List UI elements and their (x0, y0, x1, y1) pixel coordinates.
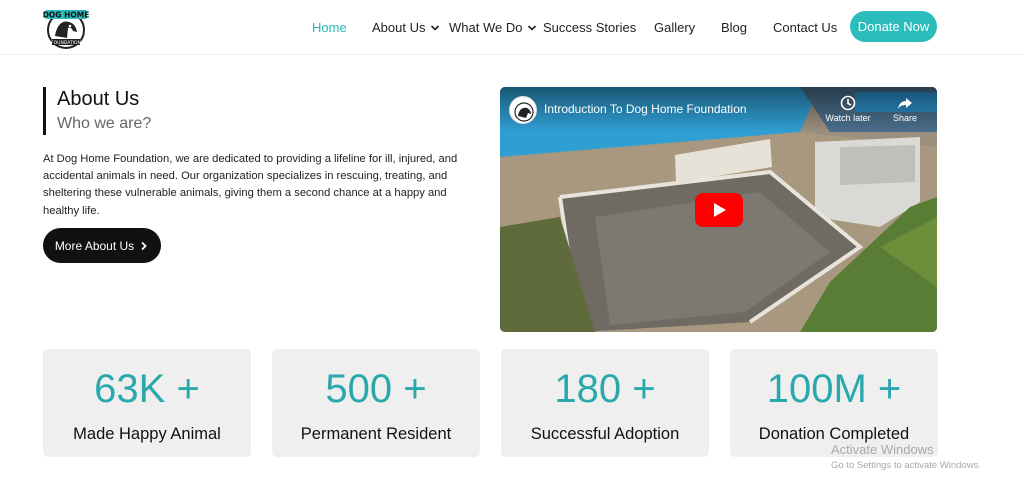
nav-home[interactable]: Home (312, 20, 347, 35)
stat-value: 100M + (766, 367, 902, 411)
share-button[interactable]: Share (888, 95, 922, 123)
stat-card: 180 + Successful Adoption (501, 349, 709, 457)
activate-windows-hint: Go to Settings to activate Windows. (831, 460, 981, 471)
stat-label: Permanent Resident (300, 425, 452, 443)
donate-now-label: Donate Now (857, 19, 930, 34)
nav-success-stories[interactable]: Success Stories (543, 20, 636, 35)
chevron-down-icon (528, 24, 537, 31)
nav-what-we-do-label: What We Do (449, 20, 523, 35)
about-title: About Us (57, 88, 140, 110)
youtube-play-icon[interactable] (695, 193, 743, 227)
svg-text:FOUNDATION: FOUNDATION (51, 40, 81, 46)
video-title[interactable]: Introduction To Dog Home Foundation (544, 102, 747, 116)
share-arrow-icon (898, 98, 912, 109)
stat-value: 500 + (325, 367, 427, 411)
nav-blog[interactable]: Blog (721, 20, 747, 35)
stat-card: 100M + Donation Completed (730, 349, 938, 457)
nav-gallery[interactable]: Gallery (654, 20, 695, 35)
nav-about-us[interactable]: About Us (372, 20, 440, 35)
activate-windows-watermark: Activate Windows (831, 442, 934, 457)
more-about-us-label: More About Us (54, 238, 135, 253)
nav-success-stories-label: Success Stories (543, 20, 637, 35)
chevron-down-icon (431, 24, 440, 31)
more-about-us-button[interactable]: More About Us (43, 228, 161, 263)
about-subtitle: Who we are? (57, 115, 152, 132)
heading-accent-bar (43, 87, 46, 135)
nav-contact-us-label: Contact Us (773, 20, 838, 35)
nav-contact-us[interactable]: Contact Us (773, 20, 837, 35)
dog-home-logo[interactable]: DOG HOME FOUNDATION (43, 6, 89, 50)
stat-label: Successful Adoption (530, 425, 680, 443)
donate-now-button[interactable]: Donate Now (850, 11, 937, 42)
channel-avatar[interactable] (509, 96, 537, 124)
chevron-right-icon (141, 241, 147, 250)
stat-value: 180 + (554, 367, 656, 411)
clock-icon (840, 95, 856, 111)
site-header: DOG HOME FOUNDATION Home About Us What W… (0, 0, 1024, 55)
about-body-text: At Dog Home Foundation, we are dedicated… (43, 153, 458, 217)
nav-about-us-label: About Us (372, 20, 426, 35)
watch-later-button[interactable]: Watch later (822, 95, 874, 123)
stat-value: 63K + (94, 367, 200, 411)
share-label: Share (892, 113, 918, 123)
stat-card: 500 + Permanent Resident (272, 349, 480, 457)
nav-blog-label: Blog (721, 20, 748, 35)
stat-card: 63K + Made Happy Animal (43, 349, 251, 457)
stat-label: Made Happy Animal (73, 425, 221, 443)
video-embed[interactable]: Introduction To Dog Home Foundation Watc… (500, 87, 937, 332)
nav-home-label: Home (312, 20, 347, 35)
svg-text:DOG HOME: DOG HOME (43, 11, 89, 20)
nav-gallery-label: Gallery (654, 20, 696, 35)
watch-later-label: Watch later (825, 113, 871, 123)
nav-what-we-do[interactable]: What We Do (449, 20, 537, 35)
